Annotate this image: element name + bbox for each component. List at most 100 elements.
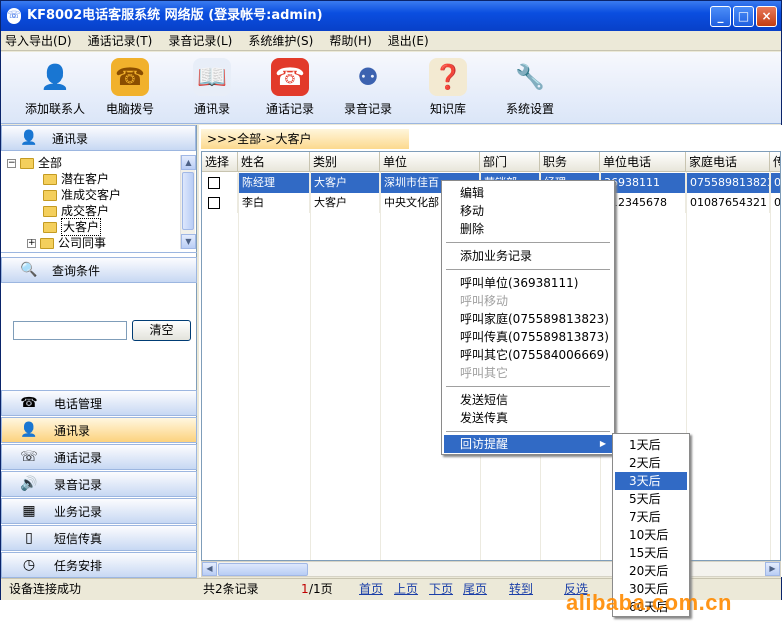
menu-bar: 导入导出(D) 通话记录(T) 录音记录(L) 系统维护(S) 帮助(H) 退出…	[1, 31, 781, 51]
col-title[interactable]: 职务	[540, 152, 600, 172]
menu-help[interactable]: 帮助(H)	[329, 32, 371, 49]
address-book-button[interactable]: 📖 通讯录	[189, 58, 235, 117]
col-select[interactable]: 选择	[202, 152, 238, 172]
menu-import-export[interactable]: 导入导出(D)	[5, 32, 72, 49]
menu-item-send-fax[interactable]: 发送传真	[444, 409, 612, 427]
menu-item-call-fax[interactable]: 呼叫传真(075589813873)	[444, 328, 612, 346]
menu-system[interactable]: 系统维护(S)	[248, 32, 313, 49]
submenu-item[interactable]: 15天后	[615, 544, 687, 562]
prev-page-link[interactable]: 上页	[394, 579, 418, 600]
folder-icon	[43, 221, 57, 233]
tree-scrollbar[interactable]: ▲ ▼	[180, 155, 196, 249]
grid-line	[310, 172, 311, 560]
menu-item-follow-up-reminder[interactable]: 回访提醒 ▶	[444, 435, 612, 453]
tree-node-potential[interactable]: 潜在客户	[43, 171, 109, 187]
menu-separator	[446, 242, 610, 243]
nav-business-records[interactable]: ▦ 业务记录	[1, 498, 197, 524]
nav-phone-management[interactable]: ☎ 电话管理	[1, 390, 197, 416]
submenu-item[interactable]: 20天后	[615, 562, 687, 580]
title-bar[interactable]: ☏ KF8002电话客服系统 网络版 (登录帐号:admin) _ □ ×	[1, 1, 781, 31]
cell-home-phone: 075589813823	[686, 173, 770, 193]
submenu-item[interactable]: 10天后	[615, 526, 687, 544]
menu-item-call-mobile: 呼叫移动	[460, 294, 509, 308]
menu-exit[interactable]: 退出(E)	[388, 32, 429, 49]
folder-icon	[43, 173, 57, 185]
nav-recordings[interactable]: 🔊 录音记录	[1, 471, 197, 497]
submenu-arrow-icon: ▶	[599, 439, 606, 448]
address-book-icon: 📖	[193, 58, 231, 96]
menu-recordings[interactable]: 录音记录(L)	[168, 32, 232, 49]
row-checkbox[interactable]	[202, 173, 238, 193]
scroll-right-icon[interactable]: ▶	[765, 562, 780, 576]
col-home-phone[interactable]: 家庭电话	[686, 152, 770, 172]
context-menu: 编辑 移动 删除 添加业务记录 呼叫单位(36938111) 呼叫移动 呼叫家庭…	[441, 180, 615, 455]
submenu-item[interactable]: 1天后	[615, 436, 687, 454]
menu-item-send-sms[interactable]: 发送短信	[444, 391, 612, 409]
nav-sms-fax[interactable]: ▯ 短信传真	[1, 525, 197, 551]
settings-button[interactable]: 🔧 系统设置	[503, 58, 557, 117]
row-checkbox[interactable]	[202, 193, 238, 213]
tree-node-colleagues[interactable]: + 公司同事	[27, 235, 106, 251]
scroll-left-icon[interactable]: ◀	[202, 562, 217, 576]
scroll-thumb[interactable]	[218, 563, 308, 576]
col-category[interactable]: 类别	[310, 152, 380, 172]
col-company[interactable]: 单位	[380, 152, 480, 172]
knowledge-button[interactable]: ❓ 知识库	[427, 58, 469, 117]
tree-node-key-accounts[interactable]: 大客户	[43, 218, 102, 236]
menu-item-delete[interactable]: 删除	[444, 220, 612, 238]
menu-item-call-other[interactable]: 呼叫其它(075584006669)	[444, 346, 612, 364]
horizontal-scrollbar[interactable]: ◀ ▶	[201, 561, 781, 577]
close-button[interactable]: ×	[756, 6, 777, 27]
col-work-phone[interactable]: 单位电话	[600, 152, 686, 172]
scroll-up-icon[interactable]: ▲	[181, 155, 196, 170]
recording-button[interactable]: ⚉ 录音记录	[341, 58, 395, 117]
add-contact-icon: 👤	[40, 63, 70, 91]
menu-item-move[interactable]: 移动	[444, 202, 612, 220]
address-book-header[interactable]: 👤 通讯录	[1, 125, 196, 151]
folder-icon	[43, 189, 57, 201]
menu-item-call-home[interactable]: 呼叫家庭(075589813823)	[444, 310, 612, 328]
expand-icon[interactable]: +	[27, 238, 36, 248]
add-contact-button[interactable]: 👤 添加联系人	[23, 58, 87, 117]
settings-icon: 🔧	[515, 63, 545, 91]
window-title: KF8002电话客服系统 网络版 (登录帐号:admin)	[27, 8, 323, 23]
tree-node-all[interactable]: − 全部	[7, 155, 62, 171]
menu-separator	[446, 269, 610, 270]
knowledge-icon: ❓	[429, 58, 467, 96]
maximize-button[interactable]: □	[733, 6, 754, 27]
address-book-icon: 👤	[20, 422, 38, 438]
group-tree: − 全部 潜在客户 准成交客户 成交客户 大客户 + 公司同事 ▲ ▼	[1, 153, 197, 253]
submenu-item[interactable]: 7天后	[615, 508, 687, 526]
search-input[interactable]	[13, 321, 127, 340]
collapse-icon[interactable]: −	[7, 158, 16, 168]
submenu-item[interactable]: 5天后	[615, 490, 687, 508]
menu-item-call-work[interactable]: 呼叫单位(36938111)	[444, 274, 612, 292]
call-log-button[interactable]: ☎ 通话记录	[263, 58, 317, 117]
submenu-item[interactable]: 2天后	[615, 454, 687, 472]
cell-name: 李白	[238, 193, 310, 213]
nav-address-book[interactable]: 👤 通讯录	[1, 417, 197, 443]
clear-button[interactable]: 清空	[132, 320, 191, 341]
scroll-down-icon[interactable]: ▼	[181, 234, 196, 249]
scroll-thumb[interactable]	[182, 172, 194, 230]
tree-node-prospective[interactable]: 准成交客户	[43, 187, 121, 203]
next-page-link[interactable]: 下页	[429, 579, 453, 600]
first-page-link[interactable]: 首页	[359, 579, 383, 600]
col-name[interactable]: 姓名	[238, 152, 310, 172]
dial-button[interactable]: ☎ 电脑拨号	[103, 58, 157, 117]
goto-link[interactable]: 转到	[509, 579, 533, 600]
table-icon: ▦	[22, 503, 36, 519]
submenu-item[interactable]: 3天后	[615, 472, 687, 490]
menu-item-add-business-record[interactable]: 添加业务记录	[444, 247, 612, 265]
menu-call-records[interactable]: 通话记录(T)	[88, 32, 153, 49]
col-fax[interactable]: 传	[770, 152, 780, 172]
tree-node-closed[interactable]: 成交客户	[43, 203, 109, 219]
nav-call-records[interactable]: ☏ 通话记录	[1, 444, 197, 470]
last-page-link[interactable]: 尾页	[463, 579, 487, 600]
query-header[interactable]: 🔍 查询条件	[1, 257, 197, 283]
speaker-icon: 🔊	[20, 476, 38, 492]
col-department[interactable]: 部门	[480, 152, 540, 172]
minimize-button[interactable]: _	[710, 6, 731, 27]
menu-item-edit[interactable]: 编辑	[444, 184, 612, 202]
nav-tasks[interactable]: ◷ 任务安排	[1, 552, 197, 578]
